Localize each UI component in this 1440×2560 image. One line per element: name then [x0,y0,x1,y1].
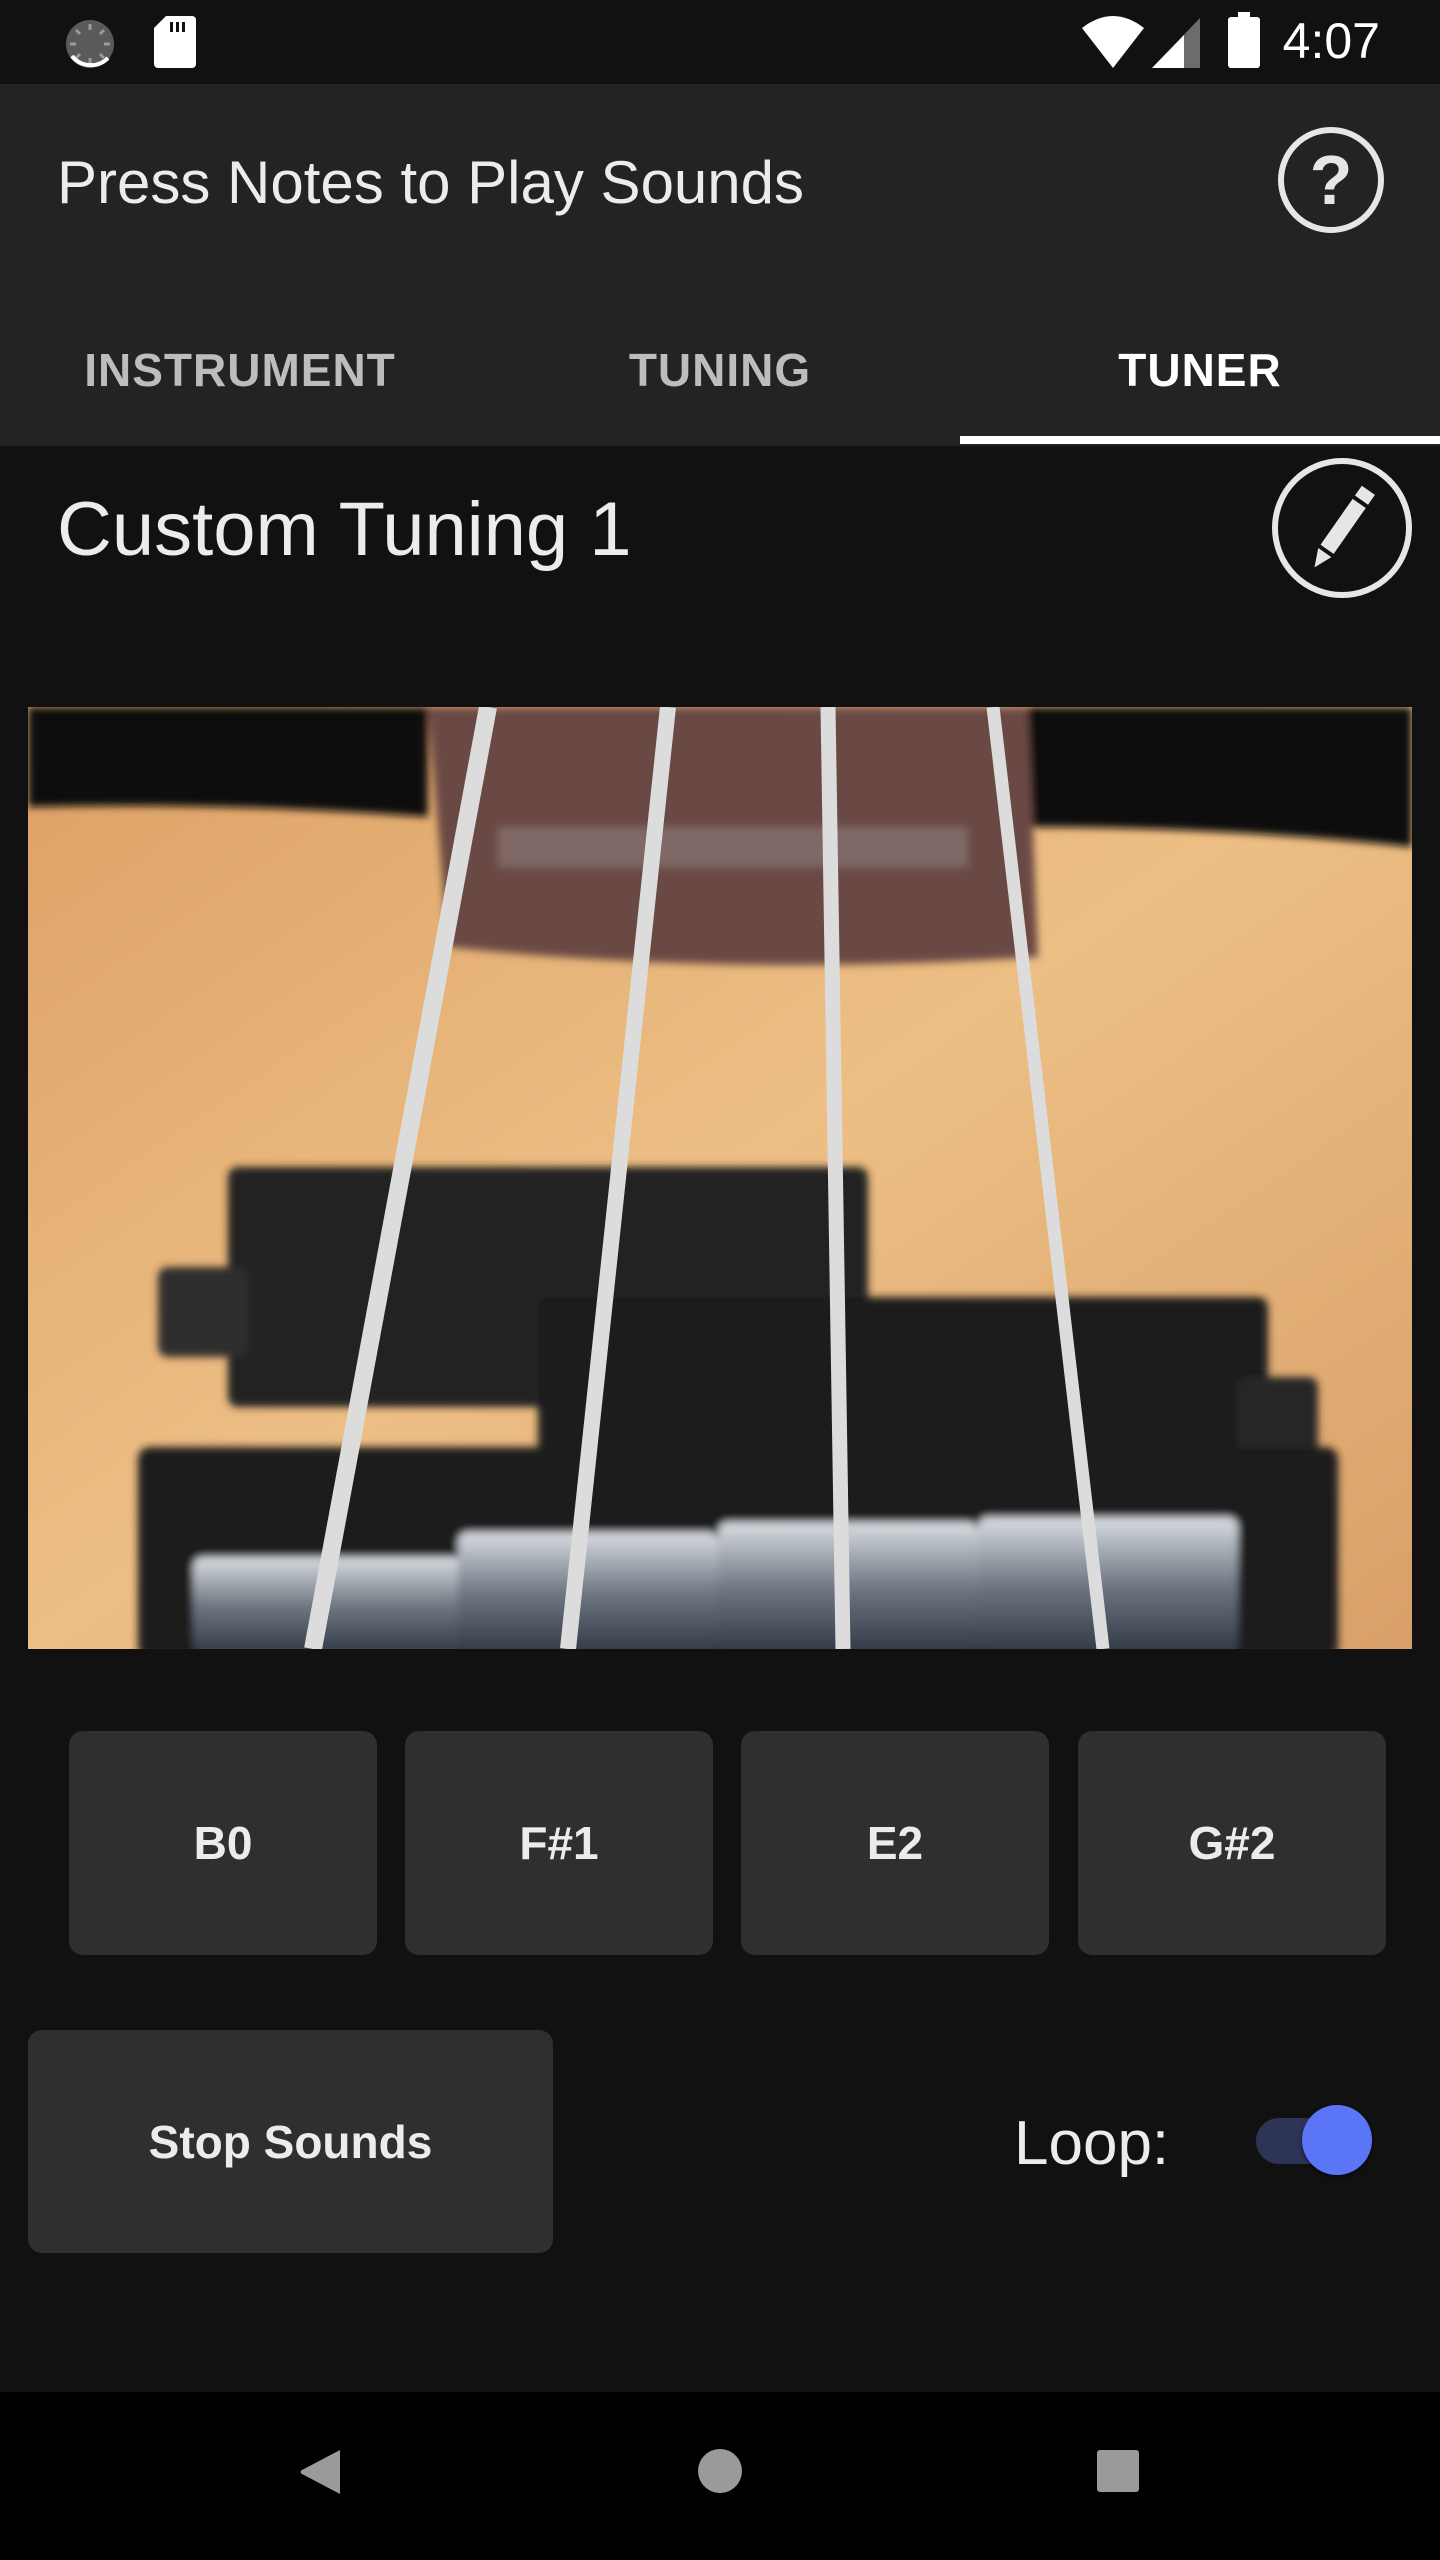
note-label: G#2 [1188,1817,1276,1869]
active-tab-indicator [960,436,1440,444]
tab-tuning[interactable]: TUNING [480,330,960,410]
pencil-icon [1314,485,1375,568]
battery-icon [1228,12,1260,68]
sd-card-icon [154,16,196,68]
stop-sounds-button[interactable]: Stop Sounds [28,2030,553,2253]
tuning-name: Custom Tuning 1 [57,487,632,572]
edit-tuning-button[interactable] [1272,458,1412,598]
loop-label: Loop: [1014,2109,1170,2178]
sync-icon [66,20,114,68]
recents-icon[interactable] [1097,2450,1139,2492]
note-button-g-sharp-2[interactable]: G#2 [1078,1731,1386,1955]
home-icon[interactable] [697,2448,743,2494]
help-circle-icon: ? [1309,141,1353,219]
status-time: 4:07 [1282,13,1380,69]
help-button[interactable]: ? [1278,127,1384,233]
note-button-e2[interactable]: E2 [741,1731,1049,1955]
note-label: B0 [193,1817,253,1869]
tab-label: INSTRUMENT [84,344,396,396]
navigation-bar [0,2392,1440,2560]
bass-guitar-photo [28,707,1412,1649]
wifi-icon [1082,16,1144,68]
tab-label: TUNER [1118,344,1282,396]
tab-label: TUNING [628,344,812,396]
back-icon[interactable] [300,2448,342,2496]
note-button-f-sharp-1[interactable]: F#1 [405,1731,713,1955]
tab-tuner[interactable]: TUNER [960,330,1440,410]
tab-instrument[interactable]: INSTRUMENT [0,330,480,410]
loop-toggle-thumb[interactable] [1302,2105,1372,2175]
note-label: E2 [866,1817,924,1869]
cell-signal-icon [1152,18,1200,68]
instrument-image [28,707,1412,1649]
app-title: Press Notes to Play Sounds [57,149,805,216]
stop-sounds-label: Stop Sounds [148,2115,433,2168]
status-bar: 4:07 [0,0,1440,84]
note-label: F#1 [519,1817,599,1869]
note-button-b0[interactable]: B0 [69,1731,377,1955]
